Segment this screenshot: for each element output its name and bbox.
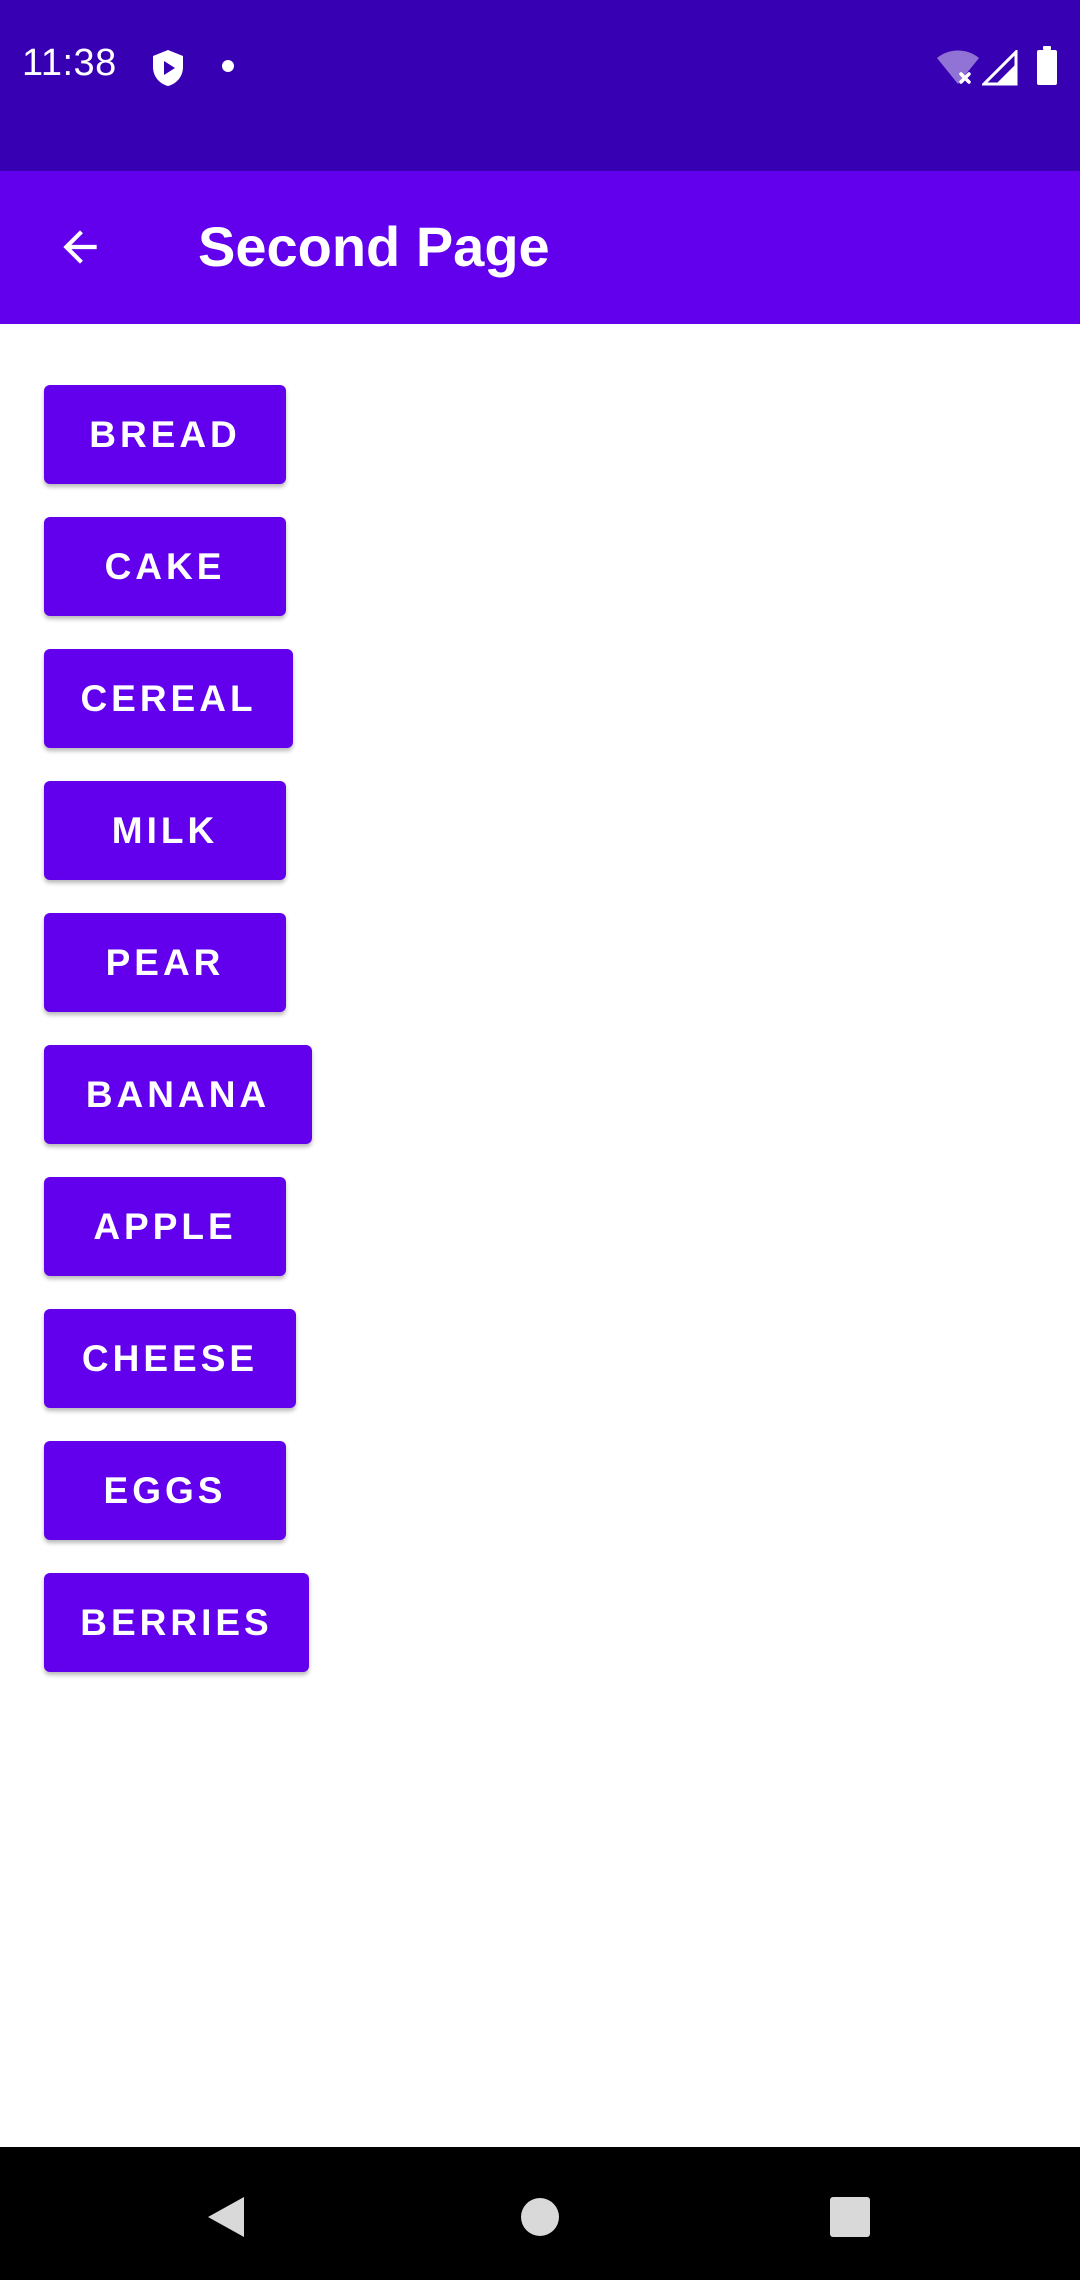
app-bar: Second Page bbox=[0, 171, 1080, 324]
back-triangle-icon bbox=[206, 2195, 246, 2239]
navigation-bar bbox=[0, 2147, 1080, 2280]
nav-recents-button[interactable] bbox=[810, 2177, 890, 2257]
cheese-button[interactable]: CHEESE bbox=[44, 1309, 296, 1408]
cake-button[interactable]: CAKE bbox=[44, 517, 286, 616]
status-bar: 11:38 bbox=[0, 0, 1080, 171]
content-area: BREAD CAKE CEREAL MILK PEAR BANANA APPLE… bbox=[0, 324, 1080, 2147]
eggs-button[interactable]: EGGS bbox=[44, 1441, 286, 1540]
back-button[interactable] bbox=[32, 199, 128, 295]
notification-dot-icon bbox=[222, 60, 234, 72]
home-circle-icon bbox=[520, 2197, 560, 2237]
battery-icon bbox=[1036, 46, 1058, 86]
arrow-left-icon bbox=[55, 222, 105, 272]
pear-button[interactable]: PEAR bbox=[44, 913, 286, 1012]
bread-button[interactable]: BREAD bbox=[44, 385, 286, 484]
page-title: Second Page bbox=[198, 215, 550, 278]
status-time: 11:38 bbox=[22, 42, 117, 84]
cereal-button[interactable]: CEREAL bbox=[44, 649, 293, 748]
nav-back-button[interactable] bbox=[186, 2177, 266, 2257]
milk-button[interactable]: MILK bbox=[44, 781, 286, 880]
berries-button[interactable]: BERRIES bbox=[44, 1573, 309, 1672]
wifi-off-icon bbox=[935, 48, 981, 86]
nav-home-button[interactable] bbox=[500, 2177, 580, 2257]
apple-button[interactable]: APPLE bbox=[44, 1177, 286, 1276]
cell-signal-icon bbox=[980, 48, 1018, 86]
recents-square-icon bbox=[830, 2197, 870, 2237]
shield-icon bbox=[150, 48, 186, 88]
banana-button[interactable]: BANANA bbox=[44, 1045, 312, 1144]
